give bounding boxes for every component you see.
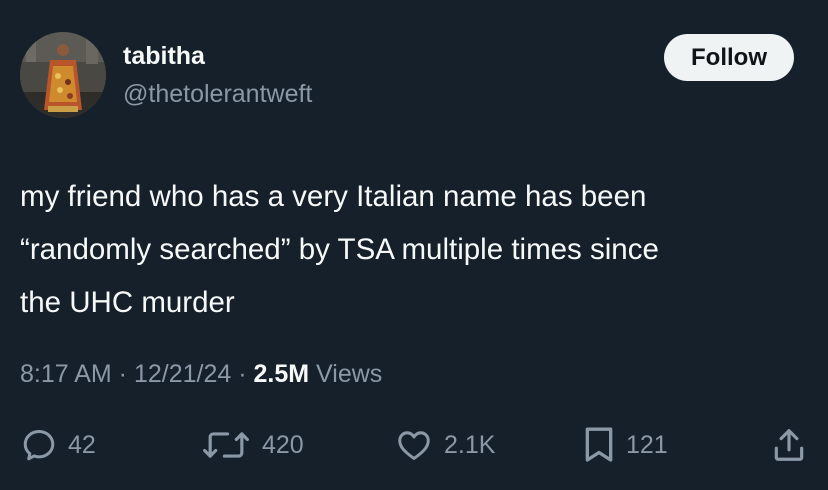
tweet-text: my friend who has a very Italian name ha…: [20, 170, 810, 329]
tweet: tabitha @thetolerantweft Follow my frien…: [0, 0, 828, 490]
avatar[interactable]: [20, 32, 106, 118]
action-bar: 42 420 2.1K 121: [0, 420, 828, 470]
display-name[interactable]: tabitha: [123, 42, 205, 71]
heart-icon: [398, 431, 430, 460]
follow-button[interactable]: Follow: [664, 34, 794, 81]
tweet-text-line: my friend who has a very Italian name ha…: [20, 180, 647, 213]
like-button[interactable]: 2.1K: [394, 420, 495, 470]
reply-icon: [23, 430, 55, 461]
tweet-date[interactable]: 12/21/24: [134, 360, 231, 388]
repost-count: 420: [262, 430, 304, 459]
repost-icon: [203, 432, 249, 458]
user-handle[interactable]: @thetolerantweft: [123, 80, 312, 109]
like-count: 2.1K: [444, 430, 496, 459]
reply-button[interactable]: 42: [20, 420, 96, 470]
views-label: Views: [309, 360, 383, 388]
tweet-text-line: “randomly searched” by TSA multiple time…: [20, 233, 659, 266]
repost-button[interactable]: 420: [200, 420, 304, 470]
share-button[interactable]: [770, 420, 808, 470]
bookmark-count: 121: [626, 430, 668, 459]
bookmark-icon: [585, 427, 613, 462]
bookmark-button[interactable]: 121: [582, 420, 668, 470]
avatar-image: [20, 32, 106, 118]
share-icon: [774, 429, 804, 461]
meta-separator: ·: [111, 360, 134, 388]
tweet-meta: 8:17 AM · 12/21/24 · 2.5M Views: [20, 360, 382, 389]
tweet-text-line: the UHC murder: [20, 286, 235, 319]
views-count: 2.5M: [253, 360, 310, 388]
reply-count: 42: [68, 430, 96, 459]
tweet-time[interactable]: 8:17 AM: [20, 360, 112, 388]
meta-separator: ·: [231, 360, 254, 388]
